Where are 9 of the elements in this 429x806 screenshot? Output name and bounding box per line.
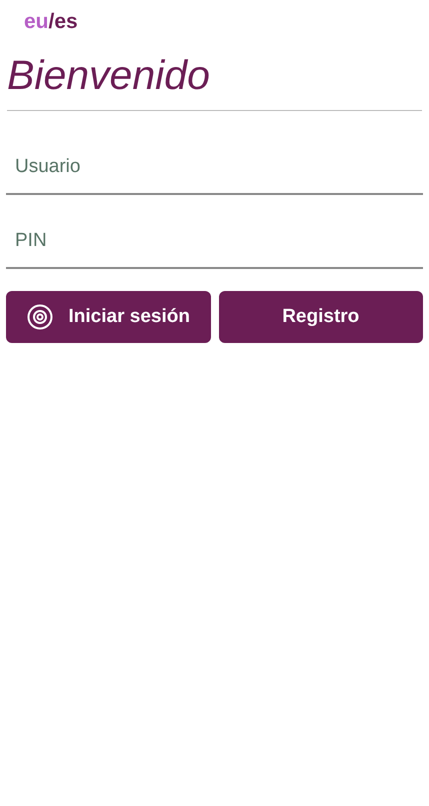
target-icon xyxy=(26,304,53,330)
register-button[interactable]: Registro xyxy=(218,291,423,343)
input-field[interactable]: PIN xyxy=(6,215,423,269)
language-separator: / xyxy=(48,9,54,36)
input-field[interactable]: Usuario xyxy=(6,141,423,195)
language-link[interactable]: es xyxy=(54,6,78,38)
language-link[interactable]: eu xyxy=(24,6,49,38)
page-title: Bienvenido xyxy=(6,51,211,100)
login-button[interactable]: Iniciar sesión xyxy=(6,291,210,343)
